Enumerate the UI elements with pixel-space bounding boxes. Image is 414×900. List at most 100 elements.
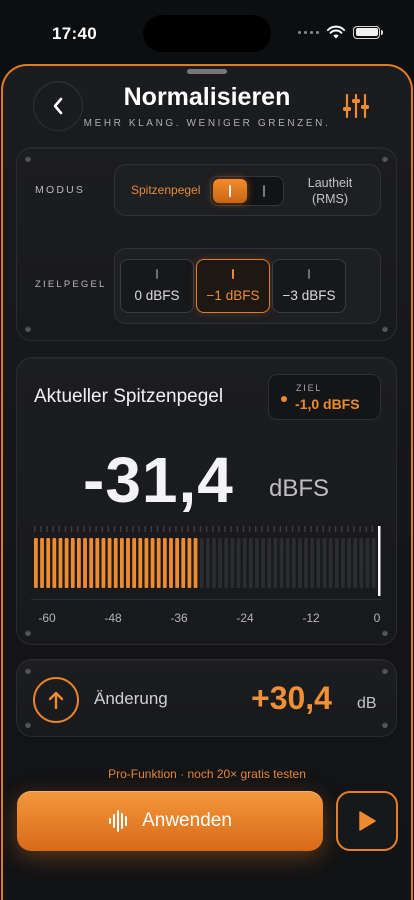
meter-bar-lit <box>113 538 118 588</box>
meter-tick <box>169 526 171 532</box>
mode-toggle[interactable] <box>210 176 284 206</box>
mode-option-peak[interactable]: Spitzenpegel <box>131 183 200 197</box>
meter-tick <box>83 526 85 532</box>
meter-bar-unlit <box>341 538 345 588</box>
meter-tick <box>353 526 355 532</box>
meter-tick <box>89 526 91 532</box>
apply-button[interactable]: Anwenden <box>17 791 323 851</box>
meter-bar-unlit <box>267 538 272 588</box>
meter-bar-unlit <box>371 538 376 588</box>
meter-bar-unlit <box>273 538 278 588</box>
meter-tick <box>316 526 318 532</box>
meter-tick <box>224 526 226 532</box>
mode-option-rms[interactable]: Lautheit (RMS) <box>293 175 367 207</box>
screw-decoration <box>25 722 31 728</box>
meter-bar-lit <box>126 538 130 588</box>
meter-bar-unlit <box>365 538 370 588</box>
meter-bar-unlit <box>310 538 315 588</box>
meter-tick <box>119 526 122 532</box>
meter-bar-lit <box>89 538 94 588</box>
meter-bar-lit <box>107 538 112 588</box>
settings-button[interactable] <box>341 92 371 120</box>
meter-bar-lit <box>40 538 44 588</box>
meter-bar-unlit <box>230 538 235 588</box>
meter-bar-unlit <box>279 538 284 588</box>
meter-bar-unlit <box>334 538 339 588</box>
meter-bar-unlit <box>347 538 351 588</box>
target-option-minus3[interactable]: −3 dBFS <box>272 259 346 313</box>
meter-bar-unlit <box>248 538 253 588</box>
wifi-icon <box>327 25 345 39</box>
meter-bar-unlit <box>199 538 204 588</box>
meter-tick <box>101 526 103 532</box>
change-value: +30,4 <box>251 680 332 716</box>
meter-tick <box>175 526 177 532</box>
mode-label: MODUS <box>35 184 86 196</box>
toggle-segment-rms[interactable] <box>247 179 281 203</box>
target-selector: 0 dBFS −1 dBFS −3 dBFS <box>114 248 381 324</box>
apply-button-label: Anwenden <box>142 810 232 831</box>
waveform-icon <box>109 810 128 832</box>
meter-tick <box>261 526 263 532</box>
meter-tick <box>187 526 189 532</box>
meter-tick <box>46 526 48 532</box>
meter-tick <box>181 526 183 532</box>
meter-bar-unlit <box>255 538 259 588</box>
meter-tick <box>156 526 159 532</box>
play-button[interactable] <box>336 791 398 851</box>
meter-tick <box>193 526 196 532</box>
meter-bar-unlit <box>298 538 302 588</box>
meter-bar-unlit <box>304 538 308 588</box>
meter-scale-label: 0 <box>373 611 381 625</box>
meter-tick <box>162 526 165 532</box>
peak-title: Aktueller Spitzenpegel <box>34 386 224 407</box>
change-label: Änderung <box>94 689 168 708</box>
screw-decoration <box>382 156 388 162</box>
meter-tick <box>95 526 97 532</box>
meter-tick <box>359 526 361 532</box>
meter-tick <box>304 526 306 532</box>
meter-bar-lit <box>193 538 198 588</box>
meter-bar-lit <box>187 538 192 588</box>
level-meter <box>34 526 381 596</box>
meter-bar-unlit <box>322 538 327 588</box>
battery-icon <box>353 25 383 39</box>
meter-tick <box>267 526 269 532</box>
screw-decoration <box>382 326 388 332</box>
meter-tick <box>113 526 116 532</box>
play-icon <box>359 811 376 831</box>
meter-tick <box>328 526 331 532</box>
target-badge-value: -1,0 dBFS <box>295 396 360 412</box>
screw-decoration <box>25 156 31 162</box>
meter-bar-lit <box>162 538 167 588</box>
cellular-icon <box>298 30 319 34</box>
meter-bar-lit <box>150 538 155 588</box>
meter-tick <box>291 526 294 532</box>
meter-scale-label: -24 <box>236 611 254 625</box>
meter-tick <box>285 526 288 532</box>
meter-tick <box>205 526 208 532</box>
screw-decoration <box>382 668 388 674</box>
meter-bar-lit <box>144 538 149 588</box>
toggle-segment-peak[interactable] <box>213 179 247 203</box>
meter-tick <box>52 526 54 532</box>
meter-tick <box>218 526 220 532</box>
meter-tick <box>255 526 257 532</box>
promo-text: Pro-Funktion · noch 20× gratis testen <box>108 767 306 781</box>
status-icons <box>298 25 383 39</box>
meter-tick <box>279 526 282 532</box>
meter-tick <box>40 526 42 532</box>
meter-tick <box>371 526 374 532</box>
status-time: 17:40 <box>52 24 97 43</box>
sheet-grabber[interactable] <box>187 69 227 74</box>
peak-panel: Aktueller Spitzenpegel ZIEL -1,0 dBFS -3… <box>16 357 397 645</box>
meter-scale-label: -48 <box>104 611 122 625</box>
meter-bar-lit <box>95 538 100 588</box>
dynamic-island <box>143 15 271 52</box>
target-option-0[interactable]: 0 dBFS <box>120 259 194 313</box>
settings-panel: MODUS Spitzenpegel Lautheit (RMS) ZIELPE… <box>16 147 397 341</box>
target-option-minus1[interactable]: −1 dBFS <box>196 259 270 313</box>
meter-tick <box>126 526 128 532</box>
meter-bar-unlit <box>212 538 216 588</box>
meter-tick <box>212 526 214 532</box>
